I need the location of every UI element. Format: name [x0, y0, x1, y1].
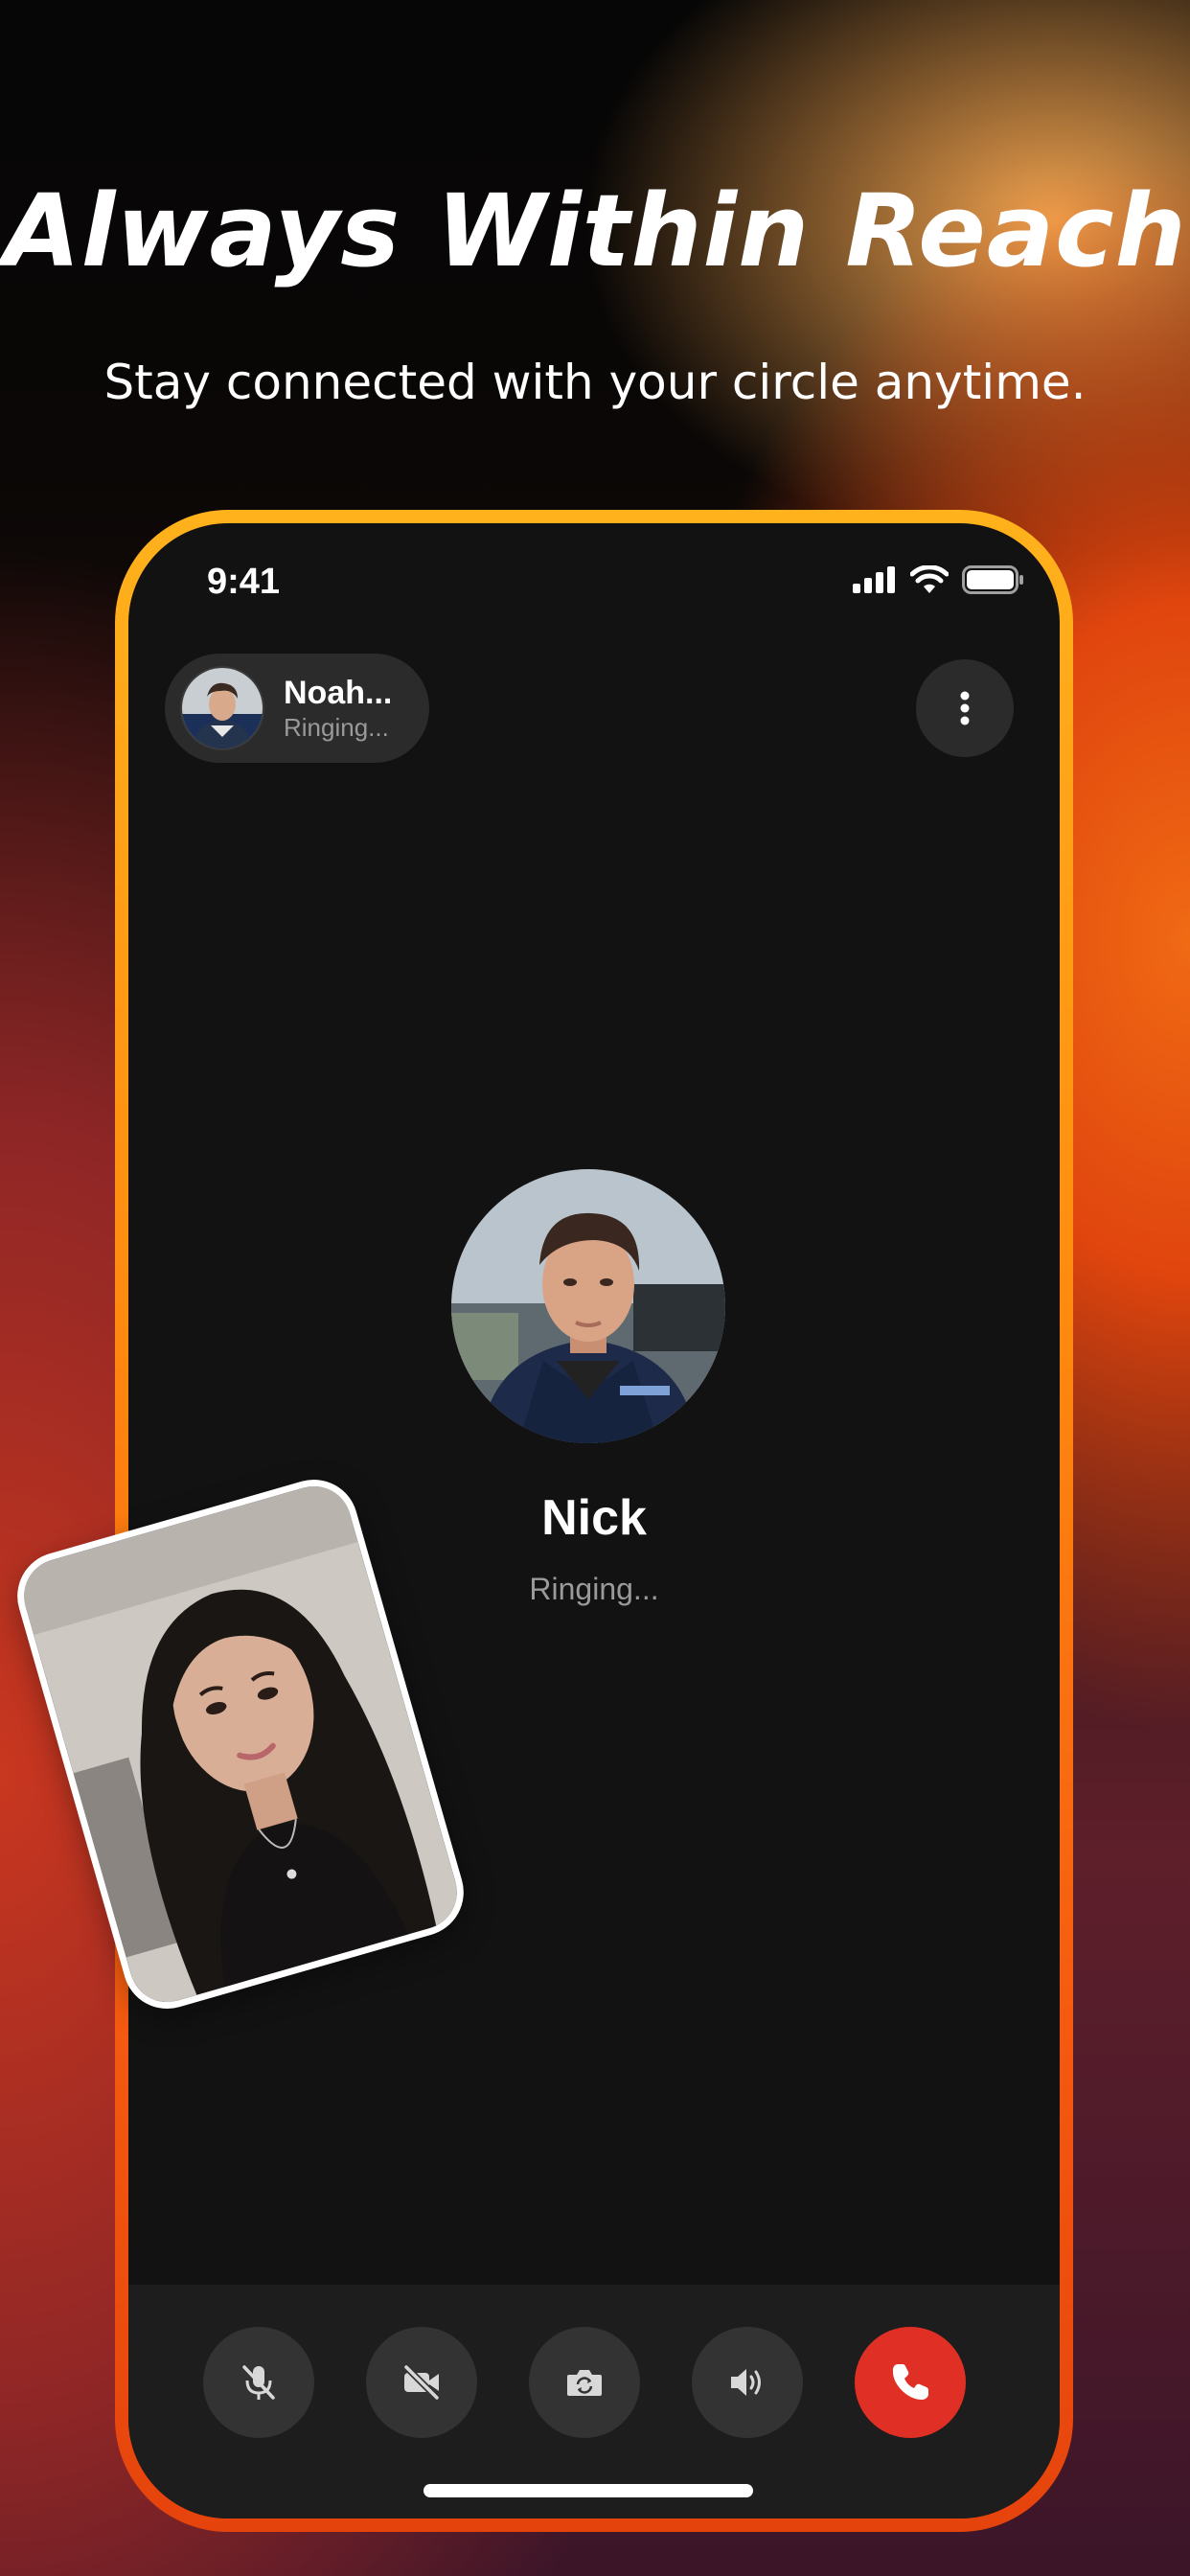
video-off-icon	[402, 2363, 441, 2402]
speaker-icon	[731, 2369, 761, 2396]
home-indicator[interactable]	[423, 2484, 753, 2497]
callee-avatar	[451, 1169, 725, 1443]
battery-icon	[962, 565, 1023, 594]
hero-headline: Always Within Reach	[3, 172, 1187, 289]
more-options-button[interactable]	[916, 659, 1014, 757]
caller-avatar	[180, 666, 264, 750]
caller-name: Noah...	[284, 675, 393, 711]
cellular-signal-icon	[853, 566, 895, 593]
end-call-button[interactable]	[855, 2327, 966, 2438]
more-vertical-icon	[960, 691, 970, 725]
flip-camera-button[interactable]	[529, 2327, 640, 2438]
wifi-icon	[910, 565, 949, 593]
status-time: 9:41	[207, 562, 281, 602]
mic-off-icon	[242, 2365, 275, 2400]
call-controls-bar	[128, 2285, 1060, 2518]
mute-mic-button[interactable]	[203, 2327, 314, 2438]
hero-subline: Stay connected with your circle anytime.	[103, 355, 1087, 410]
phone-icon	[892, 2364, 928, 2400]
speaker-button[interactable]	[692, 2327, 803, 2438]
caller-status: Ringing...	[284, 713, 389, 742]
caller-pill[interactable]: Noah... Ringing...	[165, 654, 429, 763]
status-icons	[853, 565, 1025, 594]
camera-rotate-icon	[567, 2370, 602, 2396]
video-off-button[interactable]	[366, 2327, 477, 2438]
